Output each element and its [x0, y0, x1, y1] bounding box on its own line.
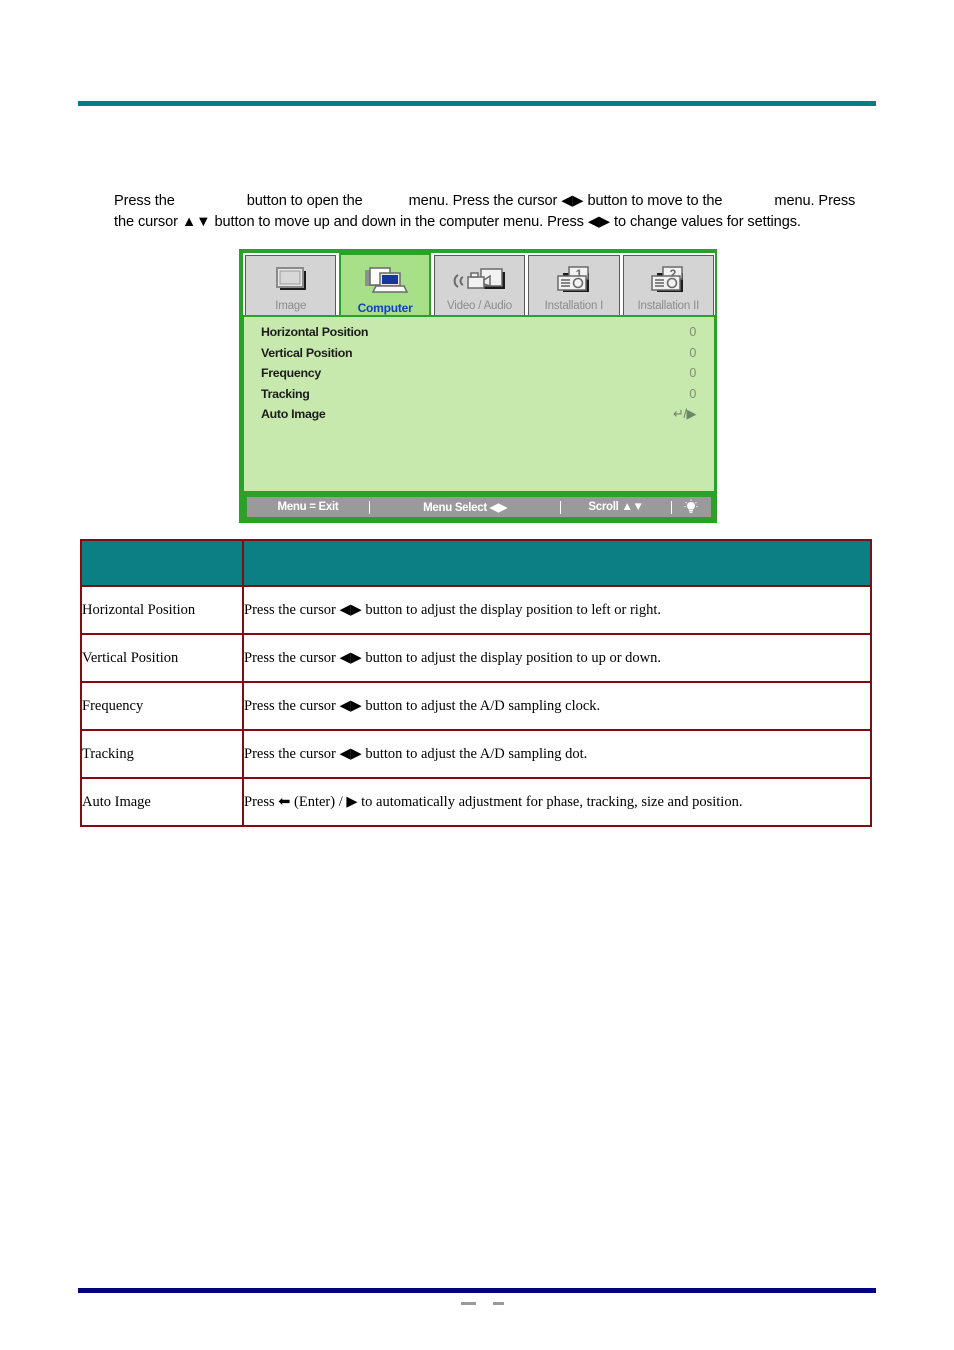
intro-paragraph: Press the button to open the menu. Press t… — [114, 191, 876, 233]
table-row: Horizontal Position Press the cursor ◀▶ … — [80, 585, 872, 635]
row-item-tracking: Tracking — [80, 729, 244, 779]
menu-item-vertical-position-label: Vertical Position — [261, 345, 353, 360]
table-row: Tracking Press the cursor ◀▶ button to a… — [80, 729, 872, 779]
tab-image[interactable]: Image — [245, 255, 337, 316]
status-menu-select: Menu Select ◀▶ — [423, 502, 507, 514]
row-item-auto-image: Auto Image — [80, 777, 244, 827]
row-desc-vertical-position: Press the cursor ◀▶ button to adjust the… — [242, 633, 872, 683]
menu-item-vertical-position[interactable]: Vertical Position 0 — [244, 343, 714, 364]
menu-item-frequency-label: Frequency — [261, 366, 321, 381]
menu-item-tracking-value: 0 — [689, 386, 696, 401]
tab-image-label: Image — [275, 300, 307, 312]
row-desc-horizontal-position: Press the cursor ◀▶ button to adjust the… — [242, 585, 872, 635]
table-row: Frequency Press the cursor ◀▶ button to … — [80, 681, 872, 731]
menu-item-horizontal-position-label: Horizontal Position — [261, 325, 369, 340]
projector-one-icon: 1 — [548, 263, 600, 299]
laptop-icon — [362, 265, 409, 301]
tab-installation-two-label: Installation II — [637, 300, 700, 312]
menu-item-tracking[interactable]: Tracking 0 — [244, 384, 714, 405]
osd-menu-panel: Image Computer Video / Audio 1 Installat… — [239, 249, 717, 523]
menu-item-frequency-value: 0 — [689, 366, 696, 381]
tab-computer-label: Computer — [357, 301, 413, 315]
table-header-description — [242, 539, 872, 587]
lamp-icon — [672, 497, 710, 517]
menu-item-auto-image-value: ↵/▶ — [672, 406, 697, 422]
row-desc-tracking: Press the cursor ◀▶ button to adjust the… — [242, 729, 872, 779]
table-header-row — [80, 539, 872, 587]
table-header-item — [80, 539, 244, 587]
menu-item-auto-image-label: Auto Image — [261, 407, 326, 422]
status-scroll: Scroll ▲▼ — [588, 501, 644, 513]
tab-video-audio[interactable]: Video / Audio — [433, 255, 526, 316]
menu-item-tracking-label: Tracking — [261, 386, 310, 401]
row-desc-frequency: Press the cursor ◀▶ button to adjust the… — [242, 681, 872, 731]
camcorder-icon — [452, 263, 508, 299]
row-item-vertical-position: Vertical Position — [80, 633, 244, 683]
tab-computer[interactable]: Computer — [339, 253, 431, 317]
menu-item-horizontal-position[interactable]: Horizontal Position 0 — [244, 322, 714, 343]
menu-item-auto-image[interactable]: Auto Image ↵/▶ — [244, 404, 714, 425]
table-row: Auto Image Press ⬅ (Enter) / ▶ to automa… — [80, 777, 872, 827]
status-menu-exit: Menu = Exit — [277, 501, 339, 513]
intro-segment-3: menu. Press the cursor ◀▶ button to move… — [408, 192, 723, 209]
intro-segment-2: button to open the — [246, 192, 363, 209]
tab-installation-one-label: Installation I — [544, 300, 604, 312]
osd-status-bar: Menu = Exit Menu Select ◀▶ Scroll ▲▼ — [247, 497, 711, 517]
osd-tab-bar: Image Computer Video / Audio 1 Installat… — [243, 253, 715, 317]
menu-item-vertical-position-value: 0 — [689, 345, 696, 360]
tab-video-audio-label: Video / Audio — [447, 300, 512, 312]
projector-two-icon: 2 — [642, 263, 694, 299]
intro-segment-1: Press the — [114, 192, 175, 209]
table-body: Horizontal Position Press the cursor ◀▶ … — [80, 585, 872, 827]
tab-installation-one[interactable]: 1 Installation I — [528, 255, 620, 316]
table-head — [80, 539, 872, 587]
row-item-horizontal-position: Horizontal Position — [80, 585, 244, 635]
bottom-horizontal-rule — [78, 1288, 876, 1293]
row-item-frequency: Frequency — [80, 681, 244, 731]
menu-item-horizontal-position-value: 0 — [689, 325, 696, 340]
top-horizontal-rule — [78, 101, 876, 106]
tab-installation-two[interactable]: 2 Installation II — [622, 255, 714, 316]
table-row: Vertical Position Press the cursor ◀▶ bu… — [80, 633, 872, 683]
page-number-mark-right — [493, 1302, 504, 1305]
page-number-mark-left — [461, 1302, 476, 1305]
row-desc-auto-image: Press ⬅ (Enter) / ▶ to automatically adj… — [242, 777, 872, 827]
menu-item-frequency[interactable]: Frequency 0 — [244, 363, 714, 384]
settings-description-table: Horizontal Position Press the cursor ◀▶ … — [80, 539, 872, 827]
osd-inner: Image Computer Video / Audio 1 Installat… — [243, 253, 715, 521]
screen-icon — [271, 263, 311, 299]
osd-menu-list: Horizontal Position 0 Vertical Position … — [243, 315, 715, 492]
